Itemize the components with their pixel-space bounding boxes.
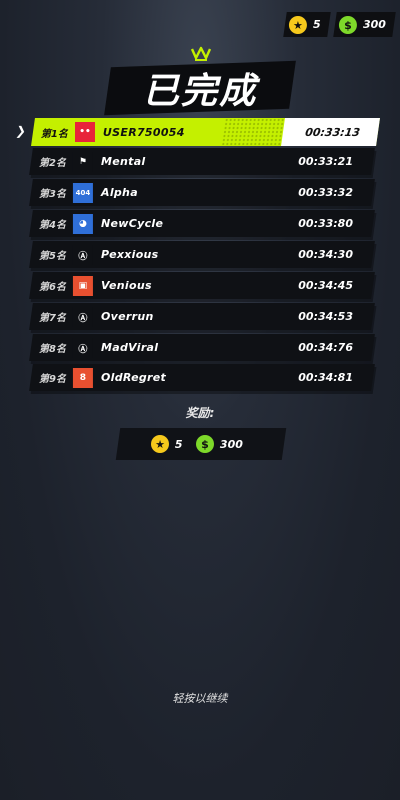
result-row: 第8名 Ⓐ MadViral 00:34:76 — [29, 334, 375, 361]
finish-time: 00:33:21 — [298, 155, 353, 168]
anarchy-avatar: Ⓐ — [73, 244, 93, 265]
tap-to-continue[interactable]: 轻按以继续 — [0, 690, 400, 706]
player-name: NewCycle — [101, 217, 164, 230]
rank-label: 第9名 — [39, 374, 66, 385]
cash-currency: $ 300 — [333, 12, 396, 37]
finish-time: 00:33:13 — [281, 118, 380, 146]
finish-time: 00:33:32 — [298, 186, 353, 199]
result-row: 第5名 Ⓐ Pexxious 00:34:30 — [29, 241, 375, 268]
anarchy-avatar: Ⓐ — [73, 337, 93, 358]
player-name: Venious — [101, 279, 152, 292]
player-name: Mental — [101, 155, 146, 168]
rank-label: 第3名 — [39, 189, 66, 200]
currency-bar: ★ 5 $ 300 — [283, 12, 396, 37]
finish-time: 00:34:53 — [298, 310, 353, 323]
star-currency: ★ 5 — [283, 12, 331, 37]
finish-time: 00:34:76 — [298, 341, 353, 354]
player-name: OldRegret — [101, 371, 167, 384]
result-row: 第1名 •• USER750054 00:33:13 — [31, 118, 380, 146]
cash-count: 300 — [363, 18, 386, 31]
player-name: Alpha — [101, 186, 138, 199]
result-row: 第7名 Ⓐ Overrun 00:34:53 — [29, 303, 375, 330]
checkered-flag-avatar: ⚑ — [73, 151, 93, 172]
dot-pattern — [221, 118, 285, 146]
finish-time: 00:34:81 — [298, 371, 353, 384]
finish-time: 00:34:45 — [298, 279, 353, 292]
rank-label: 第5名 — [39, 251, 66, 262]
rank-label: 第4名 — [39, 220, 66, 231]
cash-coin-icon: $ — [196, 435, 215, 453]
star-coin-icon: ★ — [289, 15, 308, 34]
result-row: 第9名 8 OldRegret 00:34:81 — [29, 364, 375, 391]
duck-avatar: ◕ — [73, 213, 93, 234]
player-name: Overrun — [101, 310, 154, 323]
rank-label: 第8名 — [39, 344, 66, 355]
star-count: 5 — [313, 18, 322, 31]
404-avatar: 404 — [73, 182, 93, 203]
eight-ball-avatar: 8 — [73, 367, 93, 388]
result-row: 第6名 ▣ Venious 00:34:45 — [29, 272, 375, 299]
finish-time: 00:34:30 — [298, 248, 353, 261]
anarchy-avatar: Ⓐ — [73, 306, 93, 327]
title-plate: 已完成 — [104, 60, 296, 116]
star-coin-icon: ★ — [150, 435, 169, 453]
page-title: 已完成 — [142, 71, 258, 112]
result-row: 第4名 ◕ NewCycle 00:33:80 — [29, 210, 375, 237]
result-row: 第3名 404 Alpha 00:33:32 — [29, 179, 375, 206]
crown-icon — [190, 46, 212, 61]
reward-stars: 5 — [174, 437, 183, 451]
rank-label: 第7名 — [39, 313, 66, 324]
reward-label: 奖励: — [185, 406, 215, 420]
rank-label: 第2名 — [39, 158, 66, 169]
card-avatar: ▣ — [73, 275, 93, 296]
reward-cash: 300 — [220, 437, 244, 451]
rank-label: 第1名 — [41, 128, 68, 140]
player-name: MadViral — [101, 341, 159, 354]
reward-box: ★ 5 $ 300 — [115, 428, 287, 460]
result-row: 第2名 ⚑ Mental 00:33:21 — [29, 148, 375, 175]
cash-coin-icon: $ — [339, 15, 358, 34]
rank-label: 第6名 — [39, 282, 66, 293]
player-name: Pexxious — [101, 248, 159, 261]
player-pointer-icon: ❯ — [14, 124, 28, 138]
finish-time: 00:33:80 — [298, 217, 353, 230]
red-face-avatar: •• — [75, 122, 95, 142]
